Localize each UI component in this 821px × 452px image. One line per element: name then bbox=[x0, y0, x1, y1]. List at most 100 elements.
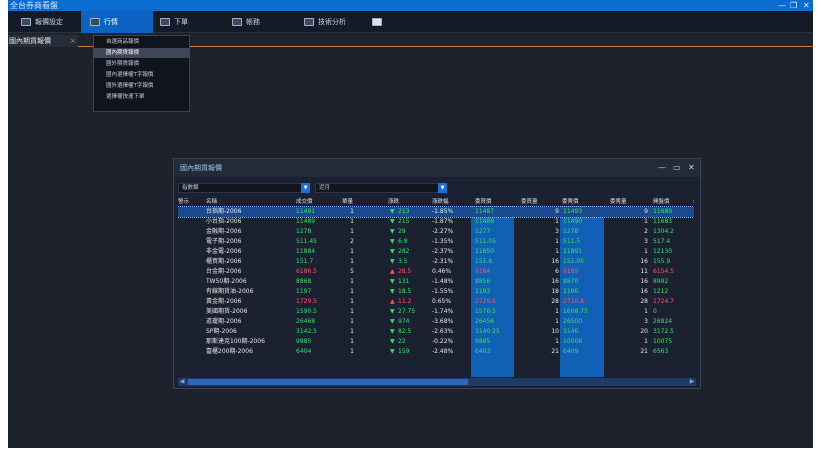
bid-qty-cell: 16 bbox=[551, 278, 559, 285]
column-header[interactable]: 最 bbox=[693, 197, 694, 205]
grid-icon bbox=[372, 18, 382, 26]
menu-account[interactable]: 帳務 bbox=[232, 11, 272, 33]
ask-price-cell: 11493 bbox=[563, 208, 583, 215]
bid-price-cell: 511.05 bbox=[475, 238, 496, 245]
table-row[interactable]: 美國期貨-2006 1590.5 1 ▼ 27.75 -1.74% 1570.5 1 1608.… bbox=[178, 307, 694, 317]
close-button[interactable]: ✕ bbox=[803, 0, 810, 11]
dropdown-item[interactable]: 國外選擇權T字報價 bbox=[94, 81, 189, 91]
open-price-cell: 1724.7 bbox=[653, 298, 674, 305]
direction-icon: ▼ bbox=[390, 218, 395, 225]
menu-label: 帳務 bbox=[246, 18, 260, 26]
ask-qty-cell: 3 bbox=[644, 318, 648, 325]
column-header[interactable]: 成交價 bbox=[296, 197, 313, 205]
bid-price-cell: 11487 bbox=[475, 208, 495, 215]
last-price-cell: 1590.5 bbox=[296, 308, 317, 315]
table-row[interactable]: 台指期-2006 11491 1 ▼ 213 -1.85% 11487 9 11493 9 1168… bbox=[178, 206, 694, 218]
dropdown-item[interactable]: 選擇權快速下單 bbox=[94, 92, 189, 102]
column-header[interactable]: 委賣量 bbox=[610, 197, 627, 205]
open-price-cell: 1304.2 bbox=[653, 228, 674, 235]
table-row[interactable]: 黃金期-2006 1729.5 1 ▲ 11.2 0.65% 1729.6 28 1730.8 2… bbox=[178, 297, 694, 307]
direction-icon: ▼ bbox=[390, 228, 395, 235]
menu-label: 行情 bbox=[104, 18, 118, 26]
column-header[interactable]: 委買量 bbox=[521, 197, 538, 205]
scroll-right-icon[interactable]: ▶ bbox=[688, 378, 696, 386]
ask-price-cell: 10008 bbox=[563, 338, 583, 345]
table-row[interactable]: 電子期-2006 511.45 2 ▼ 6.9 -1.35% 511.05 1 511.5 3 51… bbox=[178, 237, 694, 247]
chevron-down-icon: ▼ bbox=[438, 183, 447, 193]
table-row[interactable]: 金融期-2006 1278 1 ▼ 29 -2.27% 1277 3 1278 2 1304.2 bbox=[178, 227, 694, 237]
tab-domestic-futures[interactable]: 國內期貨報價 × bbox=[8, 35, 78, 47]
column-header[interactable]: 警示 bbox=[178, 197, 189, 205]
column-header[interactable]: 漲跌 bbox=[388, 197, 399, 205]
dropdown-item[interactable]: 自選商品報價 bbox=[94, 37, 189, 47]
menu-market[interactable]: 行情 bbox=[81, 11, 153, 33]
change-pct-cell: -1.87% bbox=[432, 218, 454, 225]
category-select[interactable]: 指數類 ▼ bbox=[178, 183, 310, 193]
direction-icon: ▼ bbox=[390, 238, 395, 245]
table-row[interactable]: 道瓊期-2006 26468 1 ▼ 974 -3.68% 26456 1 26500 3 2682… bbox=[178, 317, 694, 327]
ask-price-cell: 8870 bbox=[563, 278, 579, 285]
tab-close-icon[interactable]: × bbox=[70, 35, 76, 47]
column-header[interactable]: 名稱 bbox=[206, 197, 217, 205]
title-bar: 全台券商看盤 — ❐ ✕ bbox=[8, 0, 813, 11]
menu-layout[interactable] bbox=[372, 11, 384, 33]
bid-qty-cell: 18 bbox=[551, 288, 559, 295]
menu-quote-settings[interactable]: 報價設定 bbox=[18, 11, 80, 33]
open-price-cell: 517.4 bbox=[653, 238, 671, 245]
window-maximize-icon[interactable]: ▭ bbox=[673, 159, 681, 177]
menu-order[interactable]: 下單 bbox=[160, 11, 200, 33]
volume-cell: 1 bbox=[350, 288, 354, 295]
horizontal-scrollbar[interactable]: ◀ ▶ bbox=[178, 378, 696, 386]
table-row[interactable]: 小台指-2006 11489 1 ▼ 215 -1.87% 11488 1 11490 1 1168… bbox=[178, 217, 694, 227]
scroll-left-icon[interactable]: ◀ bbox=[178, 378, 186, 386]
direction-icon: ▲ bbox=[390, 298, 395, 305]
table-row[interactable]: 非金電-2006 11884 1 ▼ 282 -2.37% 11850 1 11891 1 1213… bbox=[178, 247, 694, 257]
dropdown-item[interactable]: 國外期貨報價 bbox=[94, 59, 189, 69]
last-price-cell: 511.45 bbox=[296, 238, 317, 245]
category-select-value: 指數類 bbox=[182, 185, 199, 191]
name-cell: 台金期-2006 bbox=[206, 268, 242, 275]
bid-price-cell: 151.8 bbox=[475, 258, 493, 265]
scroll-thumb[interactable] bbox=[188, 379, 468, 385]
name-cell: 台指期-2006 bbox=[206, 208, 242, 215]
name-cell: 那斯達克100期-2006 bbox=[206, 338, 265, 345]
bid-price-cell: 1570.5 bbox=[475, 308, 496, 315]
window-minimize-icon[interactable]: — bbox=[658, 159, 666, 177]
dropdown-item[interactable]: 國內期貨報價 bbox=[94, 48, 189, 58]
change-pct-cell: -2.37% bbox=[432, 248, 454, 255]
column-header[interactable]: 委買價 bbox=[475, 197, 492, 205]
quote-window: 國內期貨報價 — ▭ ✕ 指數類 ▼ 近月 ▼ 警示 名稱 成交價 單量 漲跌 漲跌幅 委買價 委… bbox=[173, 158, 701, 389]
ask-price-cell: 1730.8 bbox=[563, 298, 584, 305]
name-cell: SP期-2006 bbox=[206, 328, 237, 335]
table-row[interactable]: SP期-2006 3142.5 1 ▼ 82.5 -2.63% 3140.25 10 3146 2… bbox=[178, 327, 694, 337]
ask-price-cell: 1196 bbox=[563, 288, 579, 295]
column-header[interactable]: 委賣價 bbox=[562, 197, 579, 205]
column-header[interactable]: 漲跌幅 bbox=[432, 197, 449, 205]
minimize-button[interactable]: — bbox=[778, 0, 786, 11]
menu-bar: 報價設定 行情 下單 帳務 技術分析 bbox=[8, 11, 813, 33]
table-row[interactable]: 有線期貨油-2006 1197 1 ▼ 18.5 -1.55% 1193 18 1196 16 12… bbox=[178, 287, 694, 297]
change-pct-cell: -1.48% bbox=[432, 278, 454, 285]
table-row[interactable]: TW50期-2006 8868 1 ▼ 131 -1.48% 8856 16 8870 16 899… bbox=[178, 277, 694, 287]
bid-price-cell: 8856 bbox=[475, 278, 491, 285]
volume-cell: 5 bbox=[350, 268, 354, 275]
last-price-cell: 9885 bbox=[296, 338, 312, 345]
window-title-bar[interactable]: 國內期貨報價 — ▭ ✕ bbox=[174, 159, 700, 177]
window-close-icon[interactable]: ✕ bbox=[688, 159, 695, 177]
open-price-cell: 3172.5 bbox=[653, 328, 674, 335]
column-header[interactable]: 開盤價 bbox=[653, 197, 670, 205]
volume-cell: 1 bbox=[350, 348, 354, 355]
table-row[interactable]: 那斯達克100期-2006 9885 1 ▼ 22 -0.22% 9885 1 10008 1 10… bbox=[178, 337, 694, 347]
table-row[interactable]: 台金期-2006 6186.5 5 ▲ 28.5 0.46% 6184 6 6189 11 6154… bbox=[178, 267, 694, 277]
month-select[interactable]: 近月 ▼ bbox=[315, 183, 447, 193]
month-select-value: 近月 bbox=[319, 185, 331, 191]
table-row[interactable]: 富櫃200期-2006 6404 1 ▼ 159 -2.48% 6403 21 6409 21 65… bbox=[178, 347, 694, 357]
column-header[interactable]: 單量 bbox=[342, 197, 353, 205]
volume-cell: 1 bbox=[350, 318, 354, 325]
change-pct-cell: 0.65% bbox=[432, 298, 452, 305]
dropdown-item[interactable]: 國內選擇權T字報價 bbox=[94, 70, 189, 80]
menu-technical-analysis[interactable]: 技術分析 bbox=[304, 11, 354, 33]
restore-button[interactable]: ❐ bbox=[790, 0, 797, 11]
table-row[interactable]: 櫃買期-2006 151.7 1 ▼ 3.5 -2.31% 151.8 16 152.05 16 1… bbox=[178, 257, 694, 267]
change-cell: 29 bbox=[398, 228, 406, 235]
